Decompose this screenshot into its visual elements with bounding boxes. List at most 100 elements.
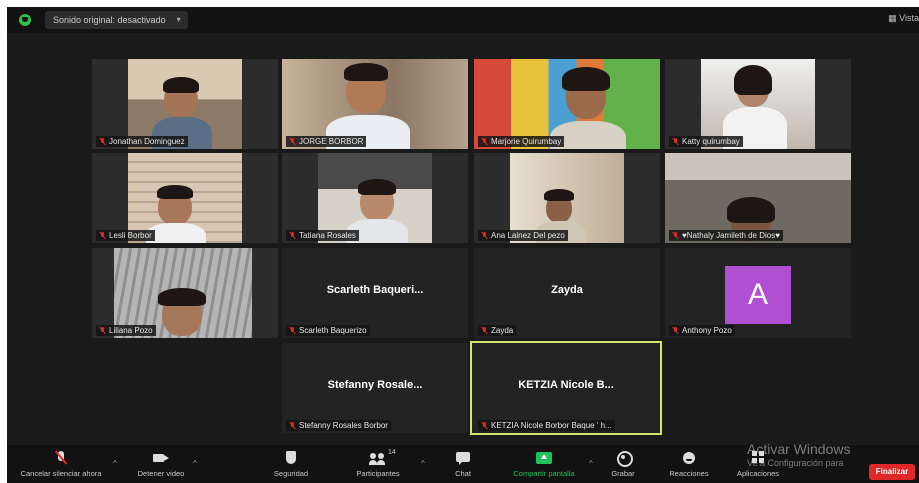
chat-bubble-icon — [455, 451, 471, 465]
windows-activation-watermark: Activar Windows Ve a Configuración para — [747, 441, 850, 468]
participant-name-bar: KETZIA Nicole Borbor Baque ' h... — [478, 420, 615, 431]
muted-mic-icon — [99, 327, 106, 334]
participant-name-bar: Liliana Pozo — [96, 325, 156, 336]
share-screen-icon — [536, 451, 552, 465]
participant-name-bar: Zayda — [478, 325, 517, 336]
watermark-line-1: Activar Windows — [747, 441, 851, 457]
participants-count: 14 — [388, 449, 396, 456]
participant-name: ♥Nathaly Jamileth de Dios♥ — [682, 231, 780, 240]
active-speaker-tile[interactable]: KETZIA Nicole B... KETZIA Nicole Borbor … — [470, 341, 662, 435]
stop-video-button[interactable]: Detener video — [129, 445, 193, 483]
muted-mic-icon — [289, 327, 296, 334]
security-shield-icon[interactable] — [19, 14, 31, 26]
participant-name-bar: Tatiana Rosales — [286, 230, 359, 241]
participant-name: Liliana Pozo — [109, 326, 153, 335]
reactions-label: Reacciones — [669, 469, 709, 478]
muted-mic-icon — [672, 327, 679, 334]
participants-label: Participantes — [356, 469, 400, 478]
avatar: A — [725, 266, 791, 324]
shield-icon — [283, 451, 299, 465]
participant-name-bar: Marjorie Quirumbay — [478, 136, 565, 147]
participant-name-bar: Ana Lainez Del pezo — [478, 230, 568, 241]
muted-mic-icon — [672, 232, 679, 239]
record-icon — [615, 451, 633, 467]
muted-mic-icon — [289, 138, 296, 145]
record-button[interactable]: Grabar — [603, 445, 643, 483]
participants-icon: 14 — [369, 449, 396, 465]
share-screen-label: Compartir pantalla — [513, 469, 575, 478]
participant-name: KETZIA Nicole Borbor Baque ' h... — [491, 421, 612, 430]
participant-name: Katty quirumbay — [682, 137, 740, 146]
participant-name: Zayda — [491, 326, 514, 335]
participant-name-bar: Lesli Borbor — [96, 230, 155, 241]
participant-tile[interactable]: ♥Nathaly Jamileth de Dios♥ — [665, 153, 851, 243]
original-sound-button[interactable]: Sonido original: desactivado ▾ — [45, 11, 188, 29]
record-label: Grabar — [611, 469, 635, 478]
participant-name: Scarleth Baquerizo — [299, 326, 367, 335]
unmute-button[interactable]: Cancelar silenciar ahora — [13, 445, 109, 483]
participant-display-name: Scarleth Baqueri... — [326, 284, 424, 296]
participant-name-bar: Scarleth Baquerizo — [286, 325, 370, 336]
participant-name: Tatiana Rosales — [299, 231, 356, 240]
participant-tile[interactable]: Katty quirumbay — [665, 59, 851, 149]
reactions-smiley-icon — [681, 451, 697, 465]
participant-name: Marjorie Quirumbay — [491, 137, 562, 146]
muted-mic-icon — [289, 422, 296, 429]
participants-button[interactable]: 14 Participantes — [341, 445, 415, 483]
participants-options-caret-icon[interactable]: ^ — [421, 459, 425, 468]
security-button[interactable]: Seguridad — [261, 445, 321, 483]
view-label: Vista — [899, 13, 919, 23]
participant-tile[interactable]: Marjorie Quirumbay — [474, 59, 660, 149]
participant-tile[interactable]: JORGE BORBOR — [282, 59, 468, 149]
zoom-meeting-window: Sonido original: desactivado ▾ ▦ Vista J… — [7, 7, 919, 483]
meeting-top-bar: Sonido original: desactivado ▾ ▦ Vista — [7, 7, 919, 33]
muted-mic-icon — [672, 138, 679, 145]
participant-name-bar: Stefanny Rosales Borbor — [286, 420, 391, 431]
original-sound-label: Sonido original: desactivado — [53, 15, 166, 25]
view-button[interactable]: ▦ Vista — [888, 13, 919, 24]
apps-label: Aplicaciones — [736, 469, 780, 478]
muted-mic-icon — [99, 232, 106, 239]
muted-mic-icon — [99, 138, 106, 145]
watermark-line-2: Ve a Configuración para — [747, 458, 844, 468]
chevron-down-icon: ▾ — [176, 15, 181, 24]
participant-tile[interactable]: Zayda Zayda — [474, 248, 660, 338]
unmute-label: Cancelar silenciar ahora — [20, 469, 102, 478]
chat-button[interactable]: Chat — [443, 445, 483, 483]
muted-mic-icon — [481, 422, 488, 429]
participant-name-bar: Jonathan Dominguez — [96, 136, 188, 147]
participant-name: Anthony Pozo — [682, 326, 732, 335]
participant-tile[interactable]: Tatiana Rosales — [282, 153, 468, 243]
chat-label: Chat — [455, 469, 471, 478]
participant-display-name: KETZIA Nicole B... — [518, 379, 614, 391]
audio-options-caret-icon[interactable]: ^ — [113, 459, 117, 468]
share-options-caret-icon[interactable]: ^ — [589, 459, 593, 468]
participant-name-bar: Anthony Pozo — [669, 325, 735, 336]
video-camera-icon — [153, 451, 169, 465]
muted-mic-icon — [481, 327, 488, 334]
end-meeting-button[interactable]: Finalizar — [869, 464, 915, 480]
participant-name: Stefanny Rosales Borbor — [299, 421, 388, 430]
participant-name-bar: ♥Nathaly Jamileth de Dios♥ — [669, 230, 783, 241]
video-options-caret-icon[interactable]: ^ — [193, 459, 197, 468]
participant-tile[interactable]: Stefanny Rosale... Stefanny Rosales Borb… — [282, 343, 468, 433]
participant-tile[interactable]: Liliana Pozo — [92, 248, 278, 338]
participant-name-bar: JORGE BORBOR — [286, 136, 367, 147]
participant-tile[interactable]: Scarleth Baqueri... Scarleth Baquerizo — [282, 248, 468, 338]
participant-name: Ana Lainez Del pezo — [491, 231, 565, 240]
participant-tile[interactable]: Lesli Borbor — [92, 153, 278, 243]
muted-mic-icon — [481, 232, 488, 239]
view-grid-icon: ▦ — [888, 13, 897, 23]
participant-display-name: Stefanny Rosale... — [327, 379, 423, 391]
participant-tile[interactable]: A Anthony Pozo — [665, 248, 851, 338]
participant-tile[interactable]: Jonathan Dominguez — [92, 59, 278, 149]
muted-mic-icon — [289, 232, 296, 239]
security-label: Seguridad — [273, 469, 309, 478]
participant-tile[interactable]: Ana Lainez Del pezo — [474, 153, 660, 243]
participant-name: JORGE BORBOR — [299, 137, 364, 146]
stop-video-label: Detener video — [137, 469, 185, 478]
participant-name: Jonathan Dominguez — [109, 137, 185, 146]
muted-mic-icon — [481, 138, 488, 145]
share-screen-button[interactable]: Compartir pantalla — [501, 445, 587, 483]
reactions-button[interactable]: Reacciones — [661, 445, 717, 483]
